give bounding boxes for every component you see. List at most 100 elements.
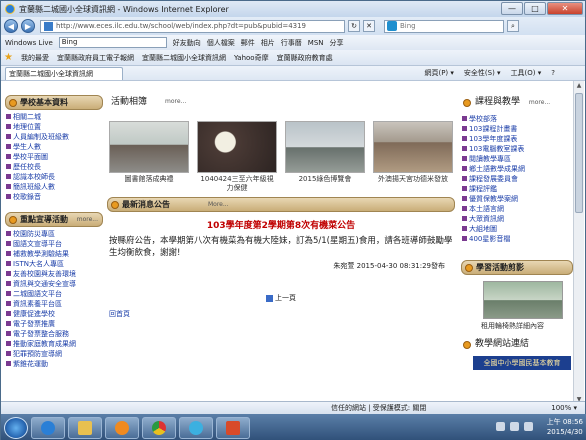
curriculum-more-link[interactable]: more... [529,99,550,106]
back-button[interactable]: ◀ [4,19,18,33]
list-item[interactable]: 400星影音檔 [461,234,573,244]
list-item[interactable]: 歷任校長 [5,162,103,172]
minimize-button[interactable]: — [501,2,523,15]
taskbar-media[interactable] [105,416,139,439]
forward-button[interactable]: ▶ [21,19,35,33]
tab-current[interactable]: 宜蘭縣二城國小全球資訊網 [5,66,123,80]
wl-item-calendar[interactable]: 行事曆 [281,38,302,48]
tools-menu[interactable]: 工具(O) ▾ [511,67,542,80]
list-item[interactable]: 學校部落 [461,114,573,124]
wl-item-share[interactable]: 分享 [330,38,344,48]
list-item[interactable]: 大組地圖 [461,224,573,234]
photo-card[interactable]: 外澳揚天宮功德米發放 [373,121,453,193]
taskbar-app[interactable] [179,416,213,439]
close-button[interactable]: ✕ [547,2,583,15]
taskbar-chrome[interactable] [142,416,176,439]
photo-album-more-link[interactable]: more... [165,95,186,109]
photo-caption[interactable]: 1040424三至六年級視力保健 [197,175,277,193]
photo-thumbnail[interactable] [197,121,277,173]
list-item[interactable]: 優質保教學案網 [461,194,573,204]
fav-item-4[interactable]: 宜蘭縣政府教育處 [277,53,333,63]
favorites-label[interactable]: 我的最愛 [21,53,49,63]
list-item[interactable]: 相關二城 [5,112,103,122]
list-item[interactable]: 103課程計畫書 [461,124,573,134]
fav-item-3[interactable]: Yahoo奇摩 [234,53,269,63]
list-item[interactable]: 本土語言網 [461,204,573,214]
photo-thumbnail[interactable] [109,121,189,173]
wl-item-profile[interactable]: 個人檔案 [207,38,235,48]
taskbar-ie[interactable] [31,416,65,439]
list-item[interactable]: 二城國語文平台 [5,289,103,299]
address-bar[interactable]: http://www.eces.ilc.edu.tw/school/web/in… [40,19,345,33]
news-more-link[interactable]: More... [208,198,229,211]
volume-icon[interactable] [524,422,533,431]
favorites-star-icon[interactable]: ★ [4,52,13,63]
list-item[interactable]: 學生人數 [5,142,103,152]
taskbar-app2[interactable] [216,416,250,439]
list-item[interactable]: 推動家庭教育成果網 [5,339,103,349]
list-item[interactable]: 校園防災專區 [5,229,103,239]
tray-icon[interactable] [510,422,519,431]
list-item[interactable]: 103電腦教室課表 [461,144,573,154]
list-item[interactable]: 課程評鑑 [461,184,573,194]
list-item[interactable]: 簡訊班級人數 [5,182,103,192]
list-item[interactable]: 閱讀教學專區 [461,154,573,164]
list-item[interactable]: 103學年度課表 [461,134,573,144]
list-item[interactable]: 人員編制及班級數 [5,132,103,142]
list-item[interactable]: 電子發票整合服務 [5,329,103,339]
list-item[interactable]: 資訊素養平台區 [5,299,103,309]
activity-photo-caption[interactable]: 租用輪椅熱詳細內容 [481,321,573,331]
start-button[interactable] [4,416,28,439]
list-item[interactable]: 地理位置 [5,122,103,132]
prev-page-link[interactable]: 上一頁 [275,294,296,302]
promotion-more-link[interactable]: more... [77,213,98,226]
page-menu[interactable]: 網頁(P) ▾ [424,67,453,80]
photo-caption[interactable]: 2015綠色博覽會 [285,175,365,193]
wl-item-msn[interactable]: MSN [308,39,324,47]
taskbar-explorer[interactable] [68,416,102,439]
photo-thumbnail[interactable] [373,121,453,173]
photo-caption[interactable]: 外澳揚天宮功德米發放 [373,175,453,193]
photo-thumbnail[interactable] [285,121,365,173]
search-icon[interactable]: ⌕ [507,20,519,32]
list-item[interactable]: 學校平面圖 [5,152,103,162]
list-item[interactable]: 友善校園與友善環境 [5,269,103,279]
stop-icon[interactable]: ✕ [363,20,375,32]
vertical-scrollbar[interactable]: ▲ ▼ [573,81,584,406]
maximize-button[interactable]: □ [524,2,546,15]
wl-item-friends[interactable]: 好友動向 [173,38,201,48]
list-item[interactable]: 認識本校師長 [5,172,103,182]
list-item[interactable]: 大眾資訊網 [461,214,573,224]
scroll-up-icon[interactable]: ▲ [575,82,583,91]
wl-item-mail[interactable]: 郵件 [241,38,255,48]
list-item[interactable]: 國語文宣導平台 [5,239,103,249]
wl-item-photos[interactable]: 相片 [261,38,275,48]
list-item[interactable]: 鄉土語數學成果網 [461,164,573,174]
search-input[interactable]: Bing [384,19,504,33]
list-item[interactable]: 資訊與交通安全宣導 [5,279,103,289]
photo-card[interactable]: 圖書館落成典禮 [109,121,189,193]
list-item[interactable]: 健康促進學校 [5,309,103,319]
photo-card[interactable]: 1040424三至六年級視力保健 [197,121,277,193]
education-banner[interactable]: 全國中小學國民基本教育 [473,356,571,370]
help-menu[interactable]: ? [551,67,555,80]
list-item[interactable]: 補救教學測驗結果 [5,249,103,259]
list-item[interactable]: 校歌錄音 [5,192,103,202]
prev-page-icon[interactable] [266,294,273,302]
photo-caption[interactable]: 圖書館落成典禮 [109,175,189,193]
fav-item-2[interactable]: 宜蘭縣二城國小全球資訊網 [142,53,226,63]
scrollbar-thumb[interactable] [575,93,583,213]
clock[interactable]: 上午 08:56 2015/4/30 [547,417,583,437]
photo-card[interactable]: 2015綠色博覽會 [285,121,365,193]
refresh-icon[interactable]: ↻ [348,20,360,32]
safety-menu[interactable]: 安全性(S) ▾ [464,67,501,80]
fav-item-1[interactable]: 宜蘭縣政府員工電子報網 [57,53,134,63]
tray-icon[interactable] [496,422,505,431]
list-item[interactable]: 課程發展委員會 [461,174,573,184]
list-item[interactable]: 電子發票推廣 [5,319,103,329]
activity-photo[interactable] [483,281,563,319]
list-item[interactable]: 紫錐花運動 [5,359,103,369]
list-item[interactable]: 犯罪預防宣導網 [5,349,103,359]
list-item[interactable]: ISTN大名人專區 [5,259,103,269]
wl-search-input[interactable]: Bing [58,37,167,48]
